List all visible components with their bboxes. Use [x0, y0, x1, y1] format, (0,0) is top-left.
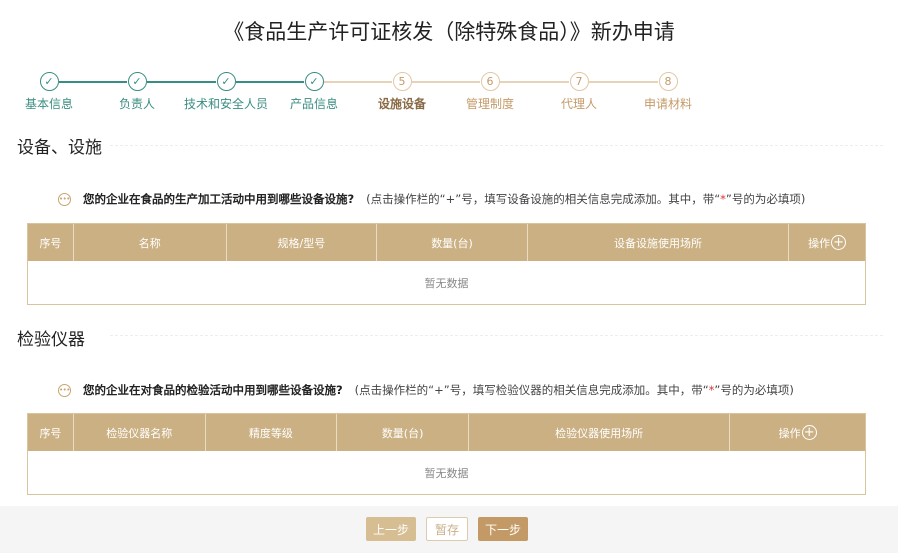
question-hint: (点击操作栏的“+”号，填写检验仪器的相关信息完成添加。其中，带“*”号的为必填… [354, 383, 794, 397]
step-number: 6 [480, 72, 500, 91]
action-label: 操作 [808, 236, 831, 250]
page-title: 《食品生产许可证核发（除特殊食品）》新办申请 [223, 20, 675, 44]
equipment-section-title: 设备、设施 [17, 138, 102, 158]
add-instrument-button[interactable]: + [801, 425, 817, 440]
column-header-precision: 精度等级 [206, 414, 338, 451]
column-header-index: 序号 [28, 414, 74, 451]
question-text: 您的企业在对食品的检验活动中用到哪些设备设施? [83, 383, 343, 397]
action-label: 操作 [778, 426, 801, 440]
instruments-table: 序号 检验仪器名称 精度等级 数量(台) 检验仪器使用场所 操作 + 暂无数据 [27, 413, 866, 495]
checkmark-icon: ✓ [304, 72, 324, 91]
column-header-quantity: 数量(台) [377, 224, 528, 261]
column-header-name: 检验仪器名称 [74, 414, 206, 451]
instruments-question: ••• 您的企业在对食品的检验活动中用到哪些设备设施? (点击操作栏的“+”号，… [58, 382, 794, 398]
footer-bar: 上一步 暂存 下一步 [0, 506, 898, 553]
checkmark-icon: ✓ [216, 72, 236, 91]
question-hint: (点击操作栏的“+”号，填写设备设施的相关信息完成添加。其中，带“*”号的为必填… [366, 192, 806, 206]
column-header-action: 操作 + [730, 414, 865, 451]
column-header-location: 检验仪器使用场所 [469, 414, 731, 451]
step-number: 8 [658, 72, 678, 91]
checkmark-icon: ✓ [39, 72, 59, 91]
chat-bubble-icon: ••• [58, 383, 71, 397]
section-divider [110, 145, 883, 146]
section-divider [110, 335, 883, 336]
step-number: 5 [392, 72, 412, 91]
column-header-name: 名称 [74, 224, 227, 261]
column-header-index: 序号 [28, 224, 74, 261]
question-text: 您的企业在食品的生产加工活动中用到哪些设备设施? [83, 192, 355, 206]
table-header: 序号 检验仪器名称 精度等级 数量(台) 检验仪器使用场所 操作 + [28, 414, 865, 451]
chat-bubble-icon: ••• [58, 192, 71, 206]
empty-state: 暂无数据 [28, 261, 865, 304]
save-draft-button[interactable]: 暂存 [426, 517, 468, 541]
equipment-table: 序号 名称 规格/型号 数量(台) 设备设施使用场所 操作 + 暂无数据 [27, 223, 866, 305]
column-header-spec: 规格/型号 [227, 224, 378, 261]
add-equipment-button[interactable]: + [831, 235, 847, 250]
column-header-quantity: 数量(台) [337, 414, 469, 451]
equipment-question: ••• 您的企业在食品的生产加工活动中用到哪些设备设施? (点击操作栏的“+”号… [58, 191, 805, 207]
progress-steps: ✓ 基本信息 ✓ 负责人 ✓ 技术和安全人员 ✓ 产品信息 5 设施设备 6 管理制度 7 代理人 8 申请材… [0, 72, 898, 114]
previous-step-button[interactable]: 上一步 [366, 517, 416, 541]
table-header: 序号 名称 规格/型号 数量(台) 设备设施使用场所 操作 + [28, 224, 865, 261]
step-8[interactable]: 8 申请材料 [613, 72, 723, 112]
empty-state: 暂无数据 [28, 451, 865, 494]
step-number: 7 [569, 72, 589, 91]
next-step-button[interactable]: 下一步 [478, 517, 528, 541]
column-header-location: 设备设施使用场所 [528, 224, 790, 261]
checkmark-icon: ✓ [127, 72, 147, 91]
page: 《食品生产许可证核发（除特殊食品）》新办申请 ✓ 基本信息 ✓ 负责人 ✓ 技术和安全人员… [0, 0, 898, 553]
step-label: 申请材料 [643, 97, 692, 111]
column-header-action: 操作 + [789, 224, 865, 261]
instruments-section-title: 检验仪器 [17, 330, 85, 350]
